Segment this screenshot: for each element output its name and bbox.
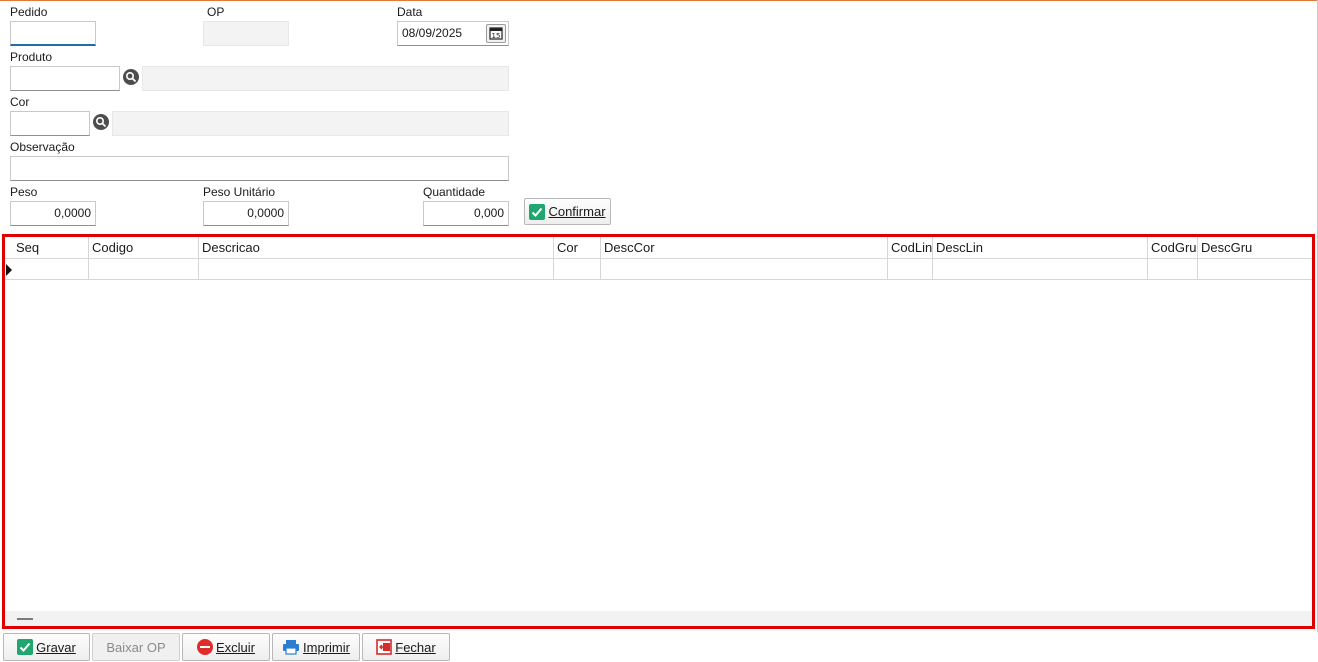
confirmar-button[interactable]: Confirmar [524,198,611,225]
baixar-op-button[interactable]: Baixar OP [92,633,180,661]
peso-unitario-input[interactable]: 0,0000 [203,201,289,226]
cor-description [112,111,509,136]
peso-unitario-label: Peso Unitário [203,185,276,199]
data-value: 08/09/2025 [402,26,463,40]
pedido-label: Pedido [10,5,48,19]
grid-header: Seq Codigo Descricao Cor DescCor CodLin … [5,237,1312,259]
cor-code-input[interactable] [10,111,90,136]
confirmar-label: Confirmar [548,204,606,219]
produto-label: Produto [10,50,53,64]
op-label: OP [207,5,225,19]
col-cor[interactable]: Cor [554,237,601,259]
produto-code-input[interactable] [10,66,120,91]
gravar-label: Gravar [36,639,76,655]
produto-description [142,66,509,91]
fechar-button[interactable]: Fechar [362,633,450,661]
col-desclin[interactable]: DescLin [933,237,1148,259]
minus-circle-icon [196,639,213,655]
baixar-op-label: Baixar OP [106,639,166,655]
col-descricao[interactable]: Descricao [199,237,554,259]
printer-icon [282,639,300,655]
items-grid[interactable]: Seq Codigo Descricao Cor DescCor CodLin … [2,234,1315,629]
produto-search-icon[interactable] [123,69,139,85]
gravar-button[interactable]: Gravar [3,633,90,661]
cell-desccor[interactable] [601,259,888,280]
cor-search-icon[interactable] [93,114,109,130]
data-label: Data [397,5,423,19]
calendar-icon[interactable]: 15 [486,24,506,43]
table-row[interactable] [5,259,1312,280]
window-top-accent [0,0,1318,1]
check-icon [529,203,546,220]
col-descgru[interactable]: DescGru [1198,237,1312,259]
cell-codlin[interactable] [888,259,933,280]
cell-seq[interactable] [13,259,89,280]
observacao-label: Observação [10,140,75,154]
peso-input[interactable]: 0,0000 [10,201,96,226]
cell-codigo[interactable] [89,259,199,280]
cell-descricao[interactable] [199,259,554,280]
cor-label: Cor [10,95,30,109]
cell-desclin[interactable] [933,259,1148,280]
col-codlin[interactable]: CodLin [888,237,933,259]
op-input [203,21,289,46]
fechar-label: Fechar [395,639,436,655]
grid-footer-dash [17,618,33,620]
observacao-input[interactable] [10,156,509,181]
col-seq[interactable]: Seq [13,237,89,259]
row-indicator-arrow-icon [6,264,12,276]
excluir-label: Excluir [215,639,255,655]
exit-door-icon [376,639,393,655]
peso-label: Peso [10,185,38,199]
col-codigo[interactable]: Codigo [89,237,199,259]
cell-codgru[interactable] [1148,259,1198,280]
pedido-input[interactable] [10,21,96,46]
svg-text:15: 15 [492,32,501,40]
excluir-button[interactable]: Excluir [182,633,270,661]
col-desccor[interactable]: DescCor [601,237,888,259]
grid-footer-bar [5,611,1312,626]
imprimir-button[interactable]: Imprimir [272,633,360,661]
check-icon [17,639,34,655]
imprimir-label: Imprimir [303,639,350,655]
quantidade-input[interactable]: 0,000 [423,201,509,226]
col-codgru[interactable]: CodGru [1148,237,1198,259]
cell-descgru[interactable] [1198,259,1312,280]
cell-cor[interactable] [554,259,601,280]
quantidade-label: Quantidade [423,185,486,199]
